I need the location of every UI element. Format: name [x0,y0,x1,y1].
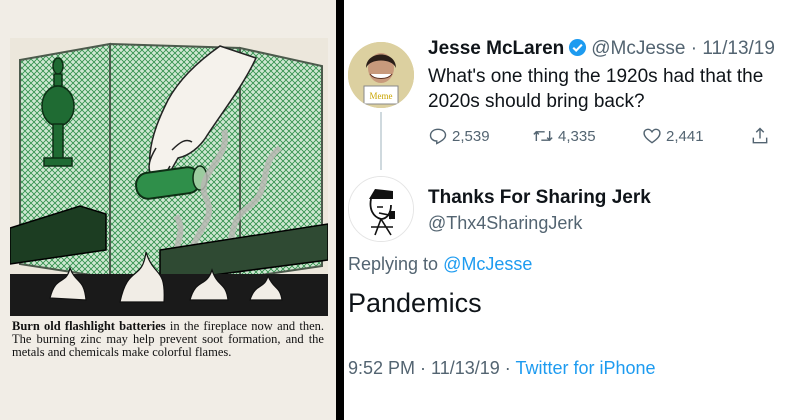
avatar-sign: Meme [370,91,393,101]
reply-icon [429,128,447,145]
verified-icon [568,38,587,63]
replying-to-link[interactable]: @McJesse [443,254,532,274]
reply-button[interactable]: 2,539 [428,126,490,146]
fireplace-illustration [10,38,328,316]
tweet-author-handle[interactable]: @McJesse [591,38,685,59]
reply-date[interactable]: 11/13/19 [431,358,500,378]
tweet-text: What's one thing the 1920s had that the … [428,66,764,112]
retweet-count: 4,335 [558,127,596,145]
reply-author-name[interactable]: Thanks For Sharing Jerk [428,187,651,209]
panel-divider [336,0,344,420]
thread-connector [380,112,382,170]
share-button[interactable] [750,126,770,146]
share-icon [752,127,768,144]
reply-count: 2,539 [452,127,490,145]
caption-lead: Burn old flashlight batteries [12,319,166,333]
tweet-date[interactable]: 11/13/19 [702,38,775,59]
avatar[interactable] [348,176,414,242]
tweet-header: Jesse McLaren @McJesse · 11/13/19 [428,38,775,63]
reply-source-link[interactable]: Twitter for iPhone [515,358,655,378]
reply-meta: 9:52 PM · 11/13/19 · Twitter for iPhone [348,358,656,378]
tweet-actions: 2,539 4,335 2,441 [428,126,788,148]
replying-prefix: Replying to [348,254,439,274]
reply-author-handle[interactable]: @Thx4SharingJerk [428,213,582,234]
pipe-man-icon [349,177,413,241]
reply-time[interactable]: 9:52 PM [348,358,415,378]
retweet-button[interactable]: 4,335 [532,126,596,146]
vintage-ad-panel: Burn old flashlight batteries in the fir… [0,0,336,420]
user-photo-icon: Meme [348,42,414,108]
replying-to: Replying to @McJesse [348,254,532,275]
tweet-author-name[interactable]: Jesse McLaren [428,38,564,59]
ad-caption: Burn old flashlight batteries in the fir… [12,320,324,359]
like-icon [643,128,661,144]
retweet-icon [533,130,553,142]
avatar[interactable]: Meme [348,42,414,108]
tweet-thread: Meme Jesse McLaren @McJesse · 11/13/19 Wh… [344,0,800,420]
like-button[interactable]: 2,441 [642,126,704,146]
like-count: 2,441 [666,127,704,145]
reply-text: Pandemics [348,288,482,318]
